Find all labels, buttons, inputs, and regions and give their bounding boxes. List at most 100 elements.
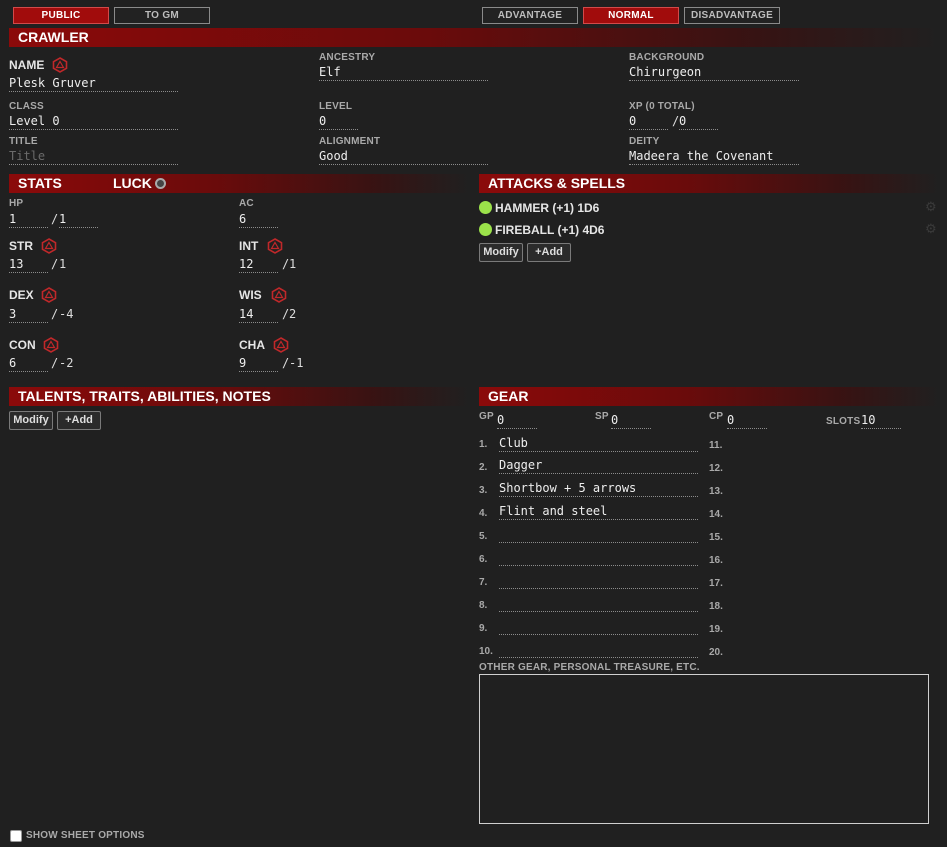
stats-header: STATS LUCK	[9, 174, 469, 193]
attacks-add-button[interactable]: +Add	[527, 243, 571, 262]
advantage-button[interactable]: ADVANTAGE	[482, 7, 578, 24]
attacks-header: ATTACKS & SPELLS	[479, 174, 939, 193]
class-field[interactable]: Level 0	[9, 114, 178, 130]
gear-slot-number: 15.	[709, 532, 723, 543]
d20-roll-icon[interactable]	[41, 238, 57, 254]
gear-slot-number: 16.	[709, 555, 723, 566]
gear-slot-field[interactable]: Club	[499, 436, 698, 452]
wis-modifier: 2	[289, 307, 297, 321]
gear-slot-field[interactable]	[499, 596, 698, 612]
name-field[interactable]: Plesk Gruver	[9, 76, 178, 92]
gear-slot-number: 4.	[479, 508, 488, 519]
gear-slot-field[interactable]	[499, 527, 698, 543]
d20-roll-icon[interactable]	[43, 337, 59, 353]
gear-slot-field[interactable]: Dagger	[499, 458, 698, 474]
dex-label: DEX	[9, 288, 34, 302]
gp-label: GP	[479, 411, 494, 422]
title-label: TITLE	[9, 136, 38, 147]
to-gm-roll-button[interactable]: TO GM	[114, 7, 210, 24]
int-score-field[interactable]: 12	[239, 257, 278, 273]
disadvantage-button[interactable]: DISADVANTAGE	[684, 7, 780, 24]
con-score-field[interactable]: 6	[9, 356, 48, 372]
cha-modifier: -1	[289, 356, 304, 370]
wis-score-field[interactable]: 14	[239, 307, 278, 323]
cp-field[interactable]: 0	[727, 413, 767, 429]
other-gear-label: OTHER GEAR, PERSONAL TREASURE, ETC.	[479, 662, 700, 673]
gear-slot-number: 13.	[709, 486, 723, 497]
gear-slot-number: 18.	[709, 601, 723, 612]
hp-field[interactable]: 1	[9, 212, 48, 228]
gp-field[interactable]: 0	[497, 413, 537, 429]
cha-score-field[interactable]: 9	[239, 356, 278, 372]
talents-header: TALENTS, TRAITS, ABILITIES, NOTES	[9, 387, 469, 406]
str-label: STR	[9, 239, 33, 253]
gear-slot-number: 17.	[709, 578, 723, 589]
other-gear-textarea[interactable]	[479, 674, 929, 824]
gear-header: GEAR	[479, 387, 939, 406]
gear-slot-number: 8.	[479, 600, 488, 611]
d20-roll-icon[interactable]	[267, 238, 283, 254]
deity-field[interactable]: Madeera the Covenant	[629, 149, 799, 165]
slots-label: SLOTS	[826, 416, 861, 427]
d20-roll-icon[interactable]	[271, 287, 287, 303]
gear-slot-field[interactable]: Shortbow + 5 arrows	[499, 481, 698, 497]
attack-ready-icon	[479, 201, 492, 214]
gear-slot-number: 11.	[709, 440, 723, 451]
deity-label: DEITY	[629, 136, 660, 147]
int-modifier: 1	[289, 257, 297, 271]
normal-button[interactable]: NORMAL	[583, 7, 679, 24]
talents-modify-button[interactable]: Modify	[9, 411, 53, 430]
slots-field[interactable]: 10	[861, 413, 901, 429]
level-field[interactable]: 0	[319, 114, 358, 130]
int-label: INT	[239, 239, 259, 253]
sp-label: SP	[595, 411, 609, 422]
background-label: BACKGROUND	[629, 52, 705, 63]
title-field[interactable]: Title	[9, 149, 178, 165]
show-sheet-options-checkbox[interactable]	[10, 830, 22, 842]
public-roll-button[interactable]: PUBLIC	[13, 7, 109, 24]
hp-separator: /	[51, 212, 59, 226]
gear-slot-number: 7.	[479, 577, 488, 588]
sp-field[interactable]: 0	[611, 413, 651, 429]
class-label: CLASS	[9, 101, 44, 112]
str-score-field[interactable]: 13	[9, 257, 48, 273]
alignment-field[interactable]: Good	[319, 149, 488, 165]
gear-slot-field[interactable]	[499, 550, 698, 566]
dex-score-field[interactable]: 3	[9, 307, 48, 323]
show-sheet-options-label: SHOW SHEET OPTIONS	[26, 830, 145, 841]
attack-item[interactable]: HAMMER (+1) 1D6	[495, 201, 599, 215]
d20-roll-icon[interactable]	[52, 57, 68, 73]
str-separator: /	[51, 257, 59, 271]
gear-slot-field[interactable]	[499, 642, 698, 658]
talents-add-button[interactable]: +Add	[57, 411, 101, 430]
luck-toggle[interactable]	[155, 178, 166, 189]
gear-slot-field[interactable]: Flint and steel	[499, 504, 698, 520]
alignment-label: ALIGNMENT	[319, 136, 381, 147]
ac-label: AC	[239, 198, 254, 209]
xp-field[interactable]: 0	[629, 114, 668, 130]
settings-gear-icon[interactable]: ⚙	[925, 199, 937, 215]
con-label: CON	[9, 338, 36, 352]
gear-slot-field[interactable]	[499, 573, 698, 589]
gear-slot-number: 1.	[479, 439, 488, 450]
d20-roll-icon[interactable]	[41, 287, 57, 303]
ac-field[interactable]: 6	[239, 212, 278, 228]
settings-gear-icon[interactable]: ⚙	[925, 221, 937, 237]
xp-label: XP (0 TOTAL)	[629, 101, 695, 112]
xp-max-field[interactable]: 0	[679, 114, 718, 130]
luck-label: LUCK	[113, 175, 152, 191]
dex-separator: /	[51, 307, 59, 321]
gear-slot-number: 12.	[709, 463, 723, 474]
hp-max-field[interactable]: 1	[59, 212, 98, 228]
ancestry-field[interactable]: Elf	[319, 65, 488, 81]
cp-label: CP	[709, 411, 724, 422]
wis-label: WIS	[239, 288, 262, 302]
gear-slot-number: 5.	[479, 531, 488, 542]
d20-roll-icon[interactable]	[273, 337, 289, 353]
gear-slot-number: 19.	[709, 624, 723, 635]
attacks-modify-button[interactable]: Modify	[479, 243, 523, 262]
background-field[interactable]: Chirurgeon	[629, 65, 799, 81]
hp-label: HP	[9, 198, 24, 209]
attack-item[interactable]: FIREBALL (+1) 4D6	[495, 223, 604, 237]
gear-slot-field[interactable]	[499, 619, 698, 635]
